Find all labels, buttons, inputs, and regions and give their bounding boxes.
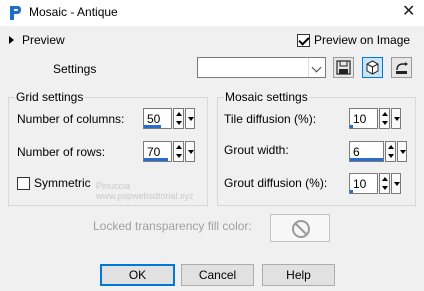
tile-diffusion-spin-buttons[interactable] — [379, 108, 390, 129]
columns-dropdown-button[interactable] — [185, 108, 195, 129]
help-button[interactable]: Help — [262, 264, 335, 286]
chevron-down-icon[interactable] — [308, 58, 325, 77]
floppy-disk-icon — [336, 60, 351, 75]
up-arrow-icon — [388, 145, 394, 149]
grid-settings-title: Grid settings — [15, 90, 85, 104]
cancel-button[interactable]: Cancel — [181, 264, 254, 286]
save-preset-button[interactable] — [333, 57, 354, 78]
window-title: Mosaic - Antique — [29, 5, 118, 19]
settings-label: Settings — [53, 62, 97, 76]
tile-diffusion-dropdown-button[interactable] — [391, 108, 401, 129]
grout-width-stepper[interactable]: 6 — [349, 141, 407, 162]
locked-transparency-color-well — [270, 214, 330, 242]
up-arrow-icon — [176, 145, 182, 149]
grout-diffusion-slider-bar[interactable] — [350, 190, 353, 193]
down-arrow-icon — [176, 121, 182, 125]
grout-width-dropdown-button[interactable] — [397, 141, 407, 162]
down-arrow-icon — [382, 121, 388, 125]
watermark-line-1: Pinuccia — [96, 181, 131, 191]
grout-width-label: Grout width: — [224, 143, 289, 157]
tile-diffusion-stepper[interactable]: 10 — [349, 108, 401, 129]
grout-width-spin-buttons[interactable] — [385, 141, 396, 162]
grout-diffusion-dropdown-button[interactable] — [391, 173, 401, 194]
app-icon — [10, 6, 21, 20]
down-arrow-icon — [382, 186, 388, 190]
close-icon[interactable]: ✕ — [402, 2, 415, 22]
rows-slider-bar[interactable] — [144, 158, 168, 161]
mosaic-settings-title: Mosaic settings — [224, 90, 309, 104]
up-arrow-icon — [382, 112, 388, 116]
reset-icon — [396, 62, 408, 74]
dice-icon — [366, 60, 379, 75]
up-arrow-icon — [382, 177, 388, 181]
tile-diffusion-input[interactable]: 10 — [349, 108, 378, 129]
preview-on-image-label: Preview on Image — [314, 33, 411, 47]
grout-diffusion-stepper[interactable]: 10 — [349, 173, 401, 194]
rows-dropdown-button[interactable] — [185, 141, 195, 162]
down-arrow-icon — [388, 154, 394, 158]
preset-dropdown[interactable] — [197, 57, 326, 78]
columns-label: Number of columns: — [17, 112, 125, 126]
tile-diffusion-slider-bar[interactable] — [350, 125, 353, 128]
columns-stepper[interactable]: 50 — [143, 108, 195, 129]
down-arrow-icon — [176, 154, 182, 158]
ok-button[interactable]: OK — [100, 264, 175, 286]
reset-button[interactable] — [391, 57, 412, 78]
columns-spin-buttons[interactable] — [173, 108, 184, 129]
preview-on-image-checkbox[interactable] — [297, 34, 310, 47]
grout-diffusion-spin-buttons[interactable] — [379, 173, 390, 194]
up-arrow-icon — [176, 112, 182, 116]
grout-diffusion-label: Grout diffusion (%): — [224, 176, 328, 190]
rows-stepper[interactable]: 70 — [143, 141, 195, 162]
tile-diffusion-label: Tile diffusion (%): — [224, 112, 317, 126]
columns-slider-bar[interactable] — [144, 125, 161, 128]
grout-width-slider-bar[interactable] — [350, 158, 383, 161]
symmetric-label: Symmetric — [34, 176, 91, 190]
preview-label: Preview — [22, 33, 65, 47]
grout-diffusion-input[interactable]: 10 — [349, 173, 378, 194]
randomize-button[interactable] — [362, 57, 383, 78]
symmetric-checkbox[interactable] — [17, 177, 30, 190]
locked-transparency-label: Locked transparency fill color: — [93, 219, 252, 233]
watermark-line-2: www.pspwebsdtorial.xyz — [96, 191, 194, 201]
rows-spin-buttons[interactable] — [173, 141, 184, 162]
title-bar: Mosaic - Antique ✕ — [0, 0, 424, 26]
expand-triangle-icon — [9, 36, 14, 44]
rows-label: Number of rows: — [17, 145, 106, 159]
no-color-icon — [292, 220, 310, 238]
